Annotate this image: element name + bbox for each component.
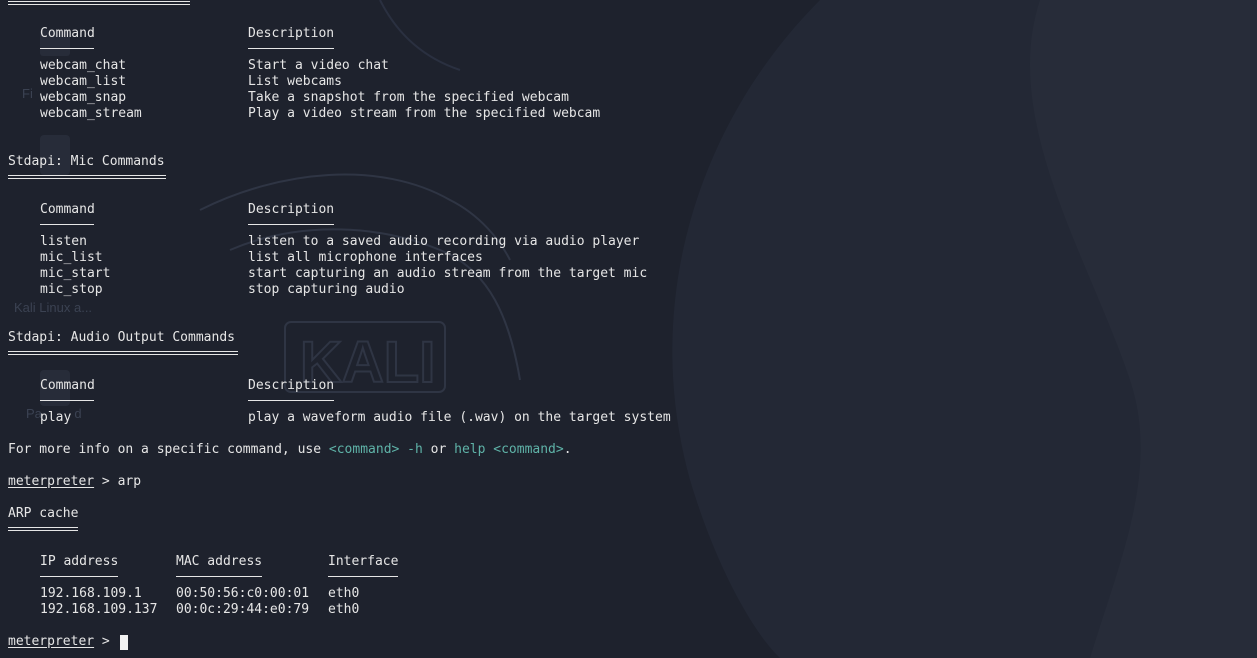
section-underline	[8, 175, 166, 179]
command-name: webcam_stream	[40, 106, 142, 121]
prompt-line: meterpreter > arp	[8, 474, 141, 490]
help-prefix: For more info on a specific command, use	[8, 442, 329, 457]
arp-ip: 192.168.109.1	[40, 586, 142, 601]
command-name: mic_start	[40, 266, 111, 281]
header-underline	[40, 400, 94, 401]
help-command-help: help <command>	[454, 442, 564, 457]
help-command-flag: <command> -h	[328, 442, 423, 457]
command-name: webcam_snap	[40, 90, 127, 105]
section-underline	[8, 527, 78, 531]
section-title: Stdapi: Mic Commands	[8, 154, 165, 169]
text-cursor[interactable]	[120, 635, 128, 650]
command-description: List webcams	[248, 74, 342, 89]
arp-interface: eth0	[328, 586, 360, 601]
header-underline	[248, 224, 334, 225]
entered-command: arp	[117, 474, 142, 489]
command-name: mic_list	[40, 250, 103, 265]
header-underline	[40, 224, 94, 225]
command-description: Start a video chat	[248, 58, 389, 73]
column-header-command: Command	[40, 26, 95, 41]
header-underline	[176, 576, 262, 577]
command-description: listen to a saved audio recording via au…	[248, 234, 640, 249]
help-hint: For more info on a specific command, use…	[8, 442, 572, 458]
command-description: list all microphone interfaces	[248, 250, 483, 265]
command-description: Play a video stream from the specified w…	[248, 106, 601, 121]
header-underline	[248, 400, 334, 401]
command-description: play a waveform audio file (.wav) on the…	[248, 410, 671, 425]
section-title: ARP cache	[8, 506, 79, 521]
column-header-ip: IP address	[40, 554, 119, 569]
command-name: play	[40, 410, 72, 425]
column-header-description: Description	[248, 378, 335, 393]
terminal-output[interactable]: Command Description webcam_chat Start a …	[0, 0, 1257, 658]
prompt-label: meterpreter	[8, 634, 95, 649]
command-name: mic_stop	[40, 282, 103, 297]
column-header-command: Command	[40, 378, 95, 393]
command-description: Take a snapshot from the specified webca…	[248, 90, 569, 105]
prompt-separator: >	[94, 474, 118, 489]
arp-interface: eth0	[328, 602, 360, 617]
section-title: Stdapi: Audio Output Commands	[8, 330, 235, 345]
command-description: start capturing an audio stream from the…	[248, 266, 648, 281]
arp-mac: 00:0c:29:44:e0:79	[176, 602, 310, 617]
column-header-command: Command	[40, 202, 95, 217]
command-name: webcam_chat	[40, 58, 127, 73]
section-underline	[8, 1, 190, 5]
prompt-separator: >	[94, 634, 118, 649]
header-underline	[248, 48, 334, 49]
section-underline	[8, 351, 238, 355]
column-header-description: Description	[248, 202, 335, 217]
command-name: listen	[40, 234, 87, 249]
help-suffix: .	[563, 442, 572, 457]
help-middle: or	[422, 442, 455, 457]
command-name: webcam_list	[40, 74, 127, 89]
prompt-line[interactable]: meterpreter >	[8, 634, 118, 650]
column-header-interface: Interface	[328, 554, 399, 569]
arp-ip: 192.168.109.137	[40, 602, 158, 617]
column-header-description: Description	[248, 26, 335, 41]
arp-mac: 00:50:56:c0:00:01	[176, 586, 310, 601]
command-description: stop capturing audio	[248, 282, 405, 297]
header-underline	[40, 48, 94, 49]
column-header-mac: MAC address	[176, 554, 263, 569]
header-underline	[40, 576, 118, 577]
header-underline	[328, 576, 398, 577]
prompt-label: meterpreter	[8, 474, 95, 489]
